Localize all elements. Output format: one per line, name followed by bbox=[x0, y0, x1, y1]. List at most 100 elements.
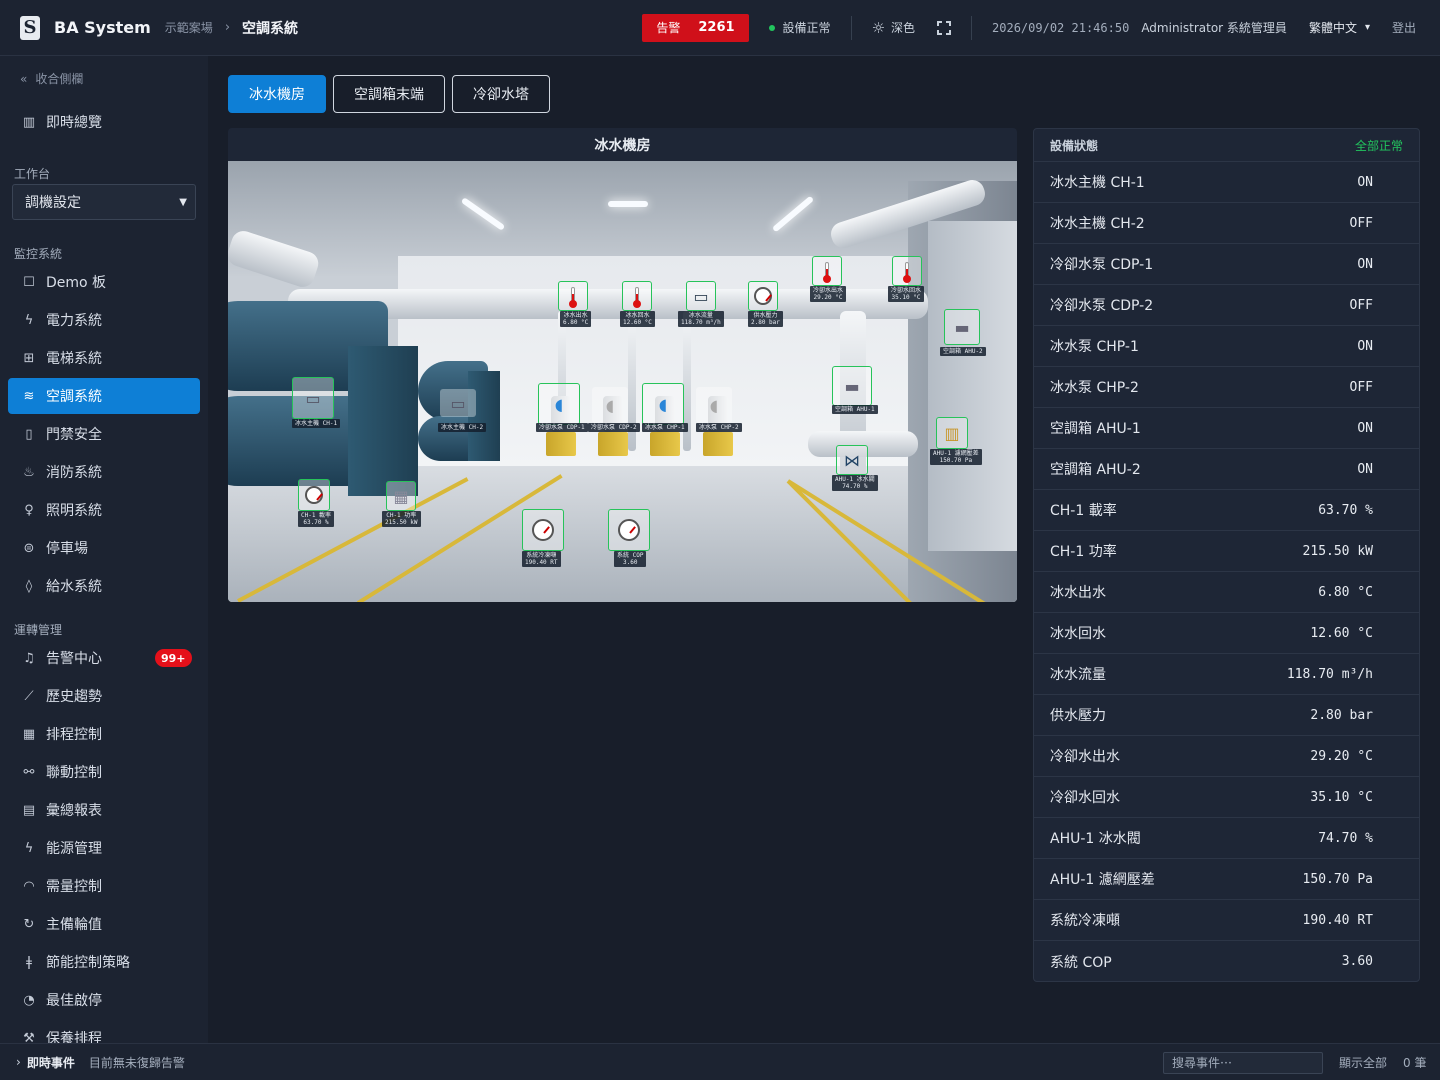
tab-chiller-room[interactable]: 冰水機房 bbox=[228, 75, 326, 113]
chp2-tag: 冰水泵 CHP-2 bbox=[696, 423, 742, 432]
sidebar-item-optimal-start[interactable]: ◔ 最佳啟停 bbox=[8, 982, 200, 1018]
language-label: 繁體中文 bbox=[1308, 21, 1357, 35]
sidebar-item-parking[interactable]: ⊜ 停車場 bbox=[8, 530, 200, 566]
status-row-label: 系統冷凍噸 bbox=[1050, 913, 1120, 929]
ch1-power-meter-icon[interactable]: ▦ bbox=[386, 481, 416, 511]
event-search-input[interactable] bbox=[1163, 1052, 1323, 1074]
thermometer-icon: ǂ bbox=[26, 954, 32, 970]
ahu1-unit-icon[interactable]: ▬ bbox=[832, 366, 872, 406]
sidebar-item-energy-strategy[interactable]: ǂ 節能控制策略 bbox=[8, 944, 200, 980]
sidebar-item-reports[interactable]: ▤ 彙總報表 bbox=[8, 792, 200, 828]
status-row: 冷卻水出水 29.20 °C bbox=[1034, 736, 1419, 777]
workspace-select[interactable]: 調機設定 ▼ bbox=[12, 184, 196, 220]
theme-label: 深色 bbox=[891, 21, 916, 35]
sidebar-item-label: Demo 板 bbox=[46, 275, 107, 291]
app-logo-icon[interactable]: S bbox=[20, 15, 40, 40]
sys-rt-gauge-icon[interactable] bbox=[522, 509, 564, 551]
supply-pressure-gauge-icon[interactable] bbox=[748, 281, 778, 311]
cw-out-tag: 冷卻水出水 29.20 °C bbox=[810, 286, 847, 302]
sidebar-item-label: 最佳啟停 bbox=[46, 993, 102, 1009]
cw-ret-thermometer-icon[interactable] bbox=[892, 256, 922, 286]
status-row-value: ON bbox=[1357, 420, 1373, 436]
ahu1-valve-icon[interactable]: ⋈ bbox=[836, 445, 868, 475]
collapse-sidebar-button[interactable]: « 收合側欄 bbox=[20, 70, 83, 87]
sidebar-item-demo[interactable]: ☐ Demo 板 bbox=[8, 264, 200, 300]
sidebar-item-label: 主備輪值 bbox=[46, 917, 102, 933]
chw-out-thermometer-icon[interactable] bbox=[558, 281, 588, 311]
fullscreen-icon[interactable] bbox=[937, 20, 952, 35]
datetime: 2026/09/02 21:46:50 bbox=[992, 20, 1130, 35]
breadcrumb-site[interactable]: 示範案場 bbox=[165, 19, 213, 36]
sidebar-item-water[interactable]: ◊ 給水系統 bbox=[8, 568, 200, 604]
status-row: 冰水主機 CH-2 OFF bbox=[1034, 203, 1419, 244]
expand-events-icon[interactable]: › bbox=[16, 1055, 21, 1069]
status-row: 冰水泵 CHP-2 OFF bbox=[1034, 367, 1419, 408]
alarm-count-button[interactable]: 告警 2261 bbox=[642, 13, 749, 42]
sidebar-item-label: 節能控制策略 bbox=[46, 955, 130, 971]
status-row-value: ON bbox=[1357, 256, 1373, 272]
sys-rt-tag: 系統冷凍噸 190.40 RT bbox=[522, 551, 561, 567]
section-label-monitor: 監控系統 bbox=[14, 247, 63, 261]
sidebar-item-overview[interactable]: ▥ 即時總覽 bbox=[8, 104, 200, 140]
sidebar-item-label: 門禁安全 bbox=[46, 427, 102, 443]
ch1-load-gauge-icon[interactable] bbox=[298, 479, 330, 511]
gauge-icon: ◠ bbox=[23, 878, 35, 894]
sidebar-item-maintenance[interactable]: ⚒ 保養排程 bbox=[8, 1020, 200, 1044]
top-bar: S BA System 示範案場 › 空調系統 告警 2261 設備正常 ☼ 深… bbox=[0, 0, 1440, 56]
sidebar-item-fire[interactable]: ♨ 消防系統 bbox=[8, 454, 200, 490]
clock-icon: ◔ bbox=[23, 992, 35, 1008]
ahu1-filter-tag: AHU-1 濾網壓差 150.70 Pa bbox=[930, 449, 982, 465]
sidebar-item-hvac[interactable]: ≋ 空調系統 bbox=[8, 378, 200, 414]
tab-ahu-terminal[interactable]: 空調箱末端 bbox=[333, 75, 445, 113]
sidebar-item-energy[interactable]: ϟ 能源管理 bbox=[8, 830, 200, 866]
sidebar-item-power[interactable]: ϟ 電力系統 bbox=[8, 302, 200, 338]
sidebar-item-label: 照明系統 bbox=[46, 503, 102, 519]
chp1-tag: 冰水泵 CHP-1 bbox=[642, 423, 688, 432]
status-row-label: AHU-1 冰水閥 bbox=[1050, 831, 1141, 847]
chp1-pump-icon[interactable]: ◖ bbox=[642, 383, 684, 425]
show-all-button[interactable]: 顯示全部 bbox=[1339, 1054, 1387, 1071]
chp2-pump-icon[interactable]: ◖ bbox=[696, 387, 732, 423]
sidebar-item-schedule[interactable]: ▦ 排程控制 bbox=[8, 716, 200, 752]
event-bar: › 即時事件 目前無未復歸告警 顯示全部 0 筆 bbox=[0, 1043, 1440, 1080]
cw-ret-tag: 冷卻水回水 35.10 °C bbox=[888, 286, 925, 302]
sidebar-item-demand[interactable]: ◠ 需量控制 bbox=[8, 868, 200, 904]
alarm-count: 2261 bbox=[698, 20, 735, 35]
theme-toggle-button[interactable]: ☼ 深色 bbox=[872, 19, 915, 37]
ahu2-unit-icon[interactable]: ▬ bbox=[944, 309, 980, 345]
ch1-chiller-icon[interactable]: ▭ bbox=[292, 377, 334, 419]
cdp1-pump-icon[interactable]: ◖ bbox=[538, 383, 580, 425]
divider bbox=[971, 15, 973, 40]
sidebar-item-rotation[interactable]: ↻ 主備輪值 bbox=[8, 906, 200, 942]
tab-cooling-tower[interactable]: 冷卻水塔 bbox=[452, 75, 550, 113]
logout-button[interactable]: 登出 bbox=[1392, 19, 1416, 36]
status-row: AHU-1 濾網壓差 150.70 Pa bbox=[1034, 859, 1419, 900]
sidebar-item-access[interactable]: ▯ 門禁安全 bbox=[8, 416, 200, 452]
status-row-label: 冰水泵 CHP-2 bbox=[1050, 380, 1139, 396]
event-count: 0 筆 bbox=[1403, 1055, 1427, 1070]
status-row-label: 冷卻水出水 bbox=[1050, 749, 1120, 765]
sidebar-item-label: 聯動控制 bbox=[46, 765, 102, 781]
bulb-icon: ♀ bbox=[24, 502, 34, 518]
cdp2-pump-icon[interactable]: ◖ bbox=[592, 387, 628, 423]
ch2-chiller-icon[interactable]: ▭ bbox=[440, 389, 476, 417]
ahu1-tag: 空調箱 AHU-1 bbox=[832, 405, 878, 414]
chw-ret-thermometer-icon[interactable] bbox=[622, 281, 652, 311]
status-row-label: 冰水出水 bbox=[1050, 585, 1106, 601]
sidebar-item-history[interactable]: ⟋ 歷史趨勢 bbox=[8, 678, 200, 714]
cw-out-thermometer-icon[interactable] bbox=[812, 256, 842, 286]
chw-ret-tag: 冰水回水 12.60 °C bbox=[620, 311, 655, 327]
section-label-ops: 運轉管理 bbox=[14, 623, 63, 637]
sidebar-item-elevator[interactable]: ⊞ 電梯系統 bbox=[8, 340, 200, 376]
sidebar-item-lighting[interactable]: ♀ 照明系統 bbox=[8, 492, 200, 528]
alarm-center-badge: 99+ bbox=[155, 649, 192, 667]
sidebar-item-linkage[interactable]: ⚯ 聯動控制 bbox=[8, 754, 200, 790]
status-row-value: 12.60 °C bbox=[1310, 625, 1373, 641]
device-status-label: 設備正常 bbox=[782, 21, 831, 35]
chw-flow-meter-icon[interactable]: ▭ bbox=[686, 281, 716, 311]
sidebar-item-label: 給水系統 bbox=[46, 579, 102, 595]
language-select[interactable]: 繁體中文 ▾ bbox=[1309, 19, 1370, 36]
status-row-value: ON bbox=[1357, 338, 1373, 354]
ahu1-filter-icon[interactable]: ▥ bbox=[936, 417, 968, 449]
sys-cop-gauge-icon[interactable] bbox=[608, 509, 650, 551]
